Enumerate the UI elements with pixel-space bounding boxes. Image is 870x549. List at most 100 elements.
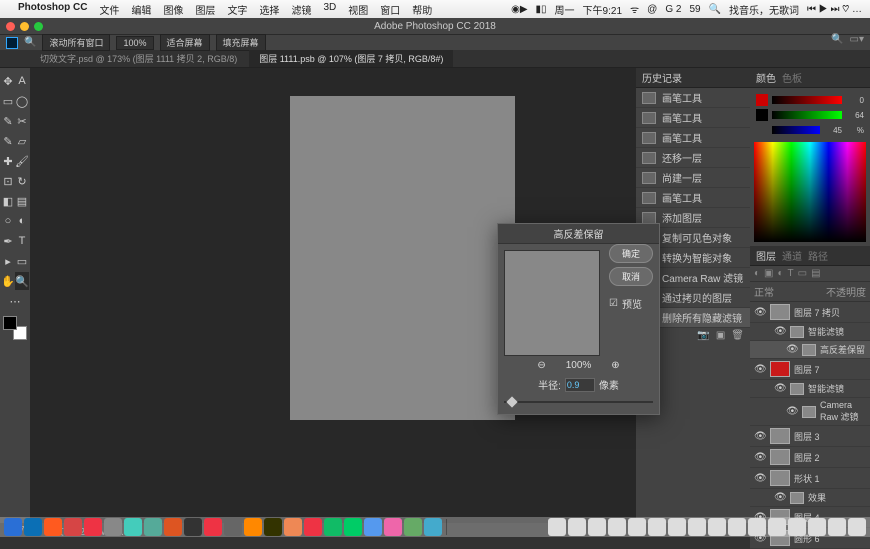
dock-min-15[interactable]: [848, 518, 866, 536]
trash-icon[interactable]: 🗑: [731, 330, 744, 341]
dock-app-11[interactable]: [224, 518, 242, 536]
dock-app-1[interactable]: [24, 518, 42, 536]
eraser-tool[interactable]: ◧: [1, 192, 15, 210]
dialog-preview[interactable]: [504, 250, 600, 356]
blur-tool[interactable]: ○: [1, 212, 15, 230]
dock-app-5[interactable]: [104, 518, 122, 536]
dock-min-7[interactable]: [688, 518, 706, 536]
path-select-tool[interactable]: ▸: [1, 252, 15, 270]
cancel-button[interactable]: 取消: [609, 267, 653, 286]
pen-tool[interactable]: ✒: [1, 232, 15, 250]
dock-app-15[interactable]: [304, 518, 322, 536]
filter-adj-icon[interactable]: ◐: [778, 268, 784, 279]
radius-slider[interactable]: [504, 396, 653, 408]
menu-window[interactable]: 窗口: [380, 2, 400, 17]
zoom-out-icon[interactable]: ⊖: [537, 360, 545, 371]
opt-scroll-all[interactable]: 滚动所有窗口: [42, 34, 110, 51]
visibility-icon[interactable]: 👁: [754, 452, 766, 463]
menu-filter[interactable]: 滤镜: [291, 2, 311, 17]
dock-app-2[interactable]: [44, 518, 62, 536]
menu-type[interactable]: 文字: [227, 2, 247, 17]
dock-app-16[interactable]: [324, 518, 342, 536]
layer-thumb[interactable]: [802, 344, 816, 356]
layer-thumb[interactable]: [770, 428, 790, 444]
dock-app-18[interactable]: [364, 518, 382, 536]
menu-image[interactable]: 图像: [163, 2, 183, 17]
dock-min-4[interactable]: [628, 518, 646, 536]
tab-doc-2[interactable]: 图层 1111.psb @ 107% (图层 7 拷贝, RGB/8#): [249, 50, 453, 67]
layer-thumb[interactable]: [770, 449, 790, 465]
crop-tool[interactable]: ✂: [15, 112, 29, 130]
layer-thumb[interactable]: [790, 326, 804, 338]
history-brush-tool[interactable]: ↻: [15, 172, 29, 190]
layer-thumb[interactable]: [770, 470, 790, 486]
dock-app-3[interactable]: [64, 518, 82, 536]
color-tab[interactable]: 颜色: [756, 70, 776, 85]
dock-app-14[interactable]: [284, 518, 302, 536]
dock-min-13[interactable]: [808, 518, 826, 536]
tab-doc-1[interactable]: 切效文字.psd @ 173% (图层 1111 拷贝 2, RGB/8): [30, 50, 247, 67]
history-item[interactable]: 画笔工具: [636, 108, 750, 128]
layer-row[interactable]: 👁图层 2: [750, 447, 870, 468]
visibility-icon[interactable]: 👁: [754, 307, 766, 318]
dock-app-20[interactable]: [404, 518, 422, 536]
move-tool[interactable]: ✥: [1, 72, 15, 90]
color-swatches[interactable]: [3, 316, 27, 340]
dock-app-6[interactable]: [124, 518, 142, 536]
dock-app-12[interactable]: [244, 518, 262, 536]
dock-min-6[interactable]: [668, 518, 686, 536]
layer-thumb[interactable]: [790, 383, 804, 395]
spotlight-icon[interactable]: 🔍: [709, 4, 721, 15]
r-swatch[interactable]: [756, 94, 768, 106]
menu-view[interactable]: 视图: [348, 2, 368, 17]
snapshot-icon[interactable]: 📷: [697, 330, 709, 341]
ok-button[interactable]: 确定: [609, 244, 653, 263]
document-canvas[interactable]: [290, 96, 515, 420]
r-slider[interactable]: [772, 96, 842, 104]
maximize-button[interactable]: [34, 22, 43, 31]
dock-min-11[interactable]: [768, 518, 786, 536]
layer-row[interactable]: 👁Camera Raw 滤镜: [750, 398, 870, 426]
hand-tool[interactable]: ✋: [1, 272, 15, 290]
brush-tool[interactable]: 🖌: [15, 152, 29, 170]
layers-tab[interactable]: 图层: [756, 248, 776, 263]
paths-tab[interactable]: 路径: [808, 248, 828, 263]
dock-app-19[interactable]: [384, 518, 402, 536]
dock-min-1[interactable]: [568, 518, 586, 536]
artboard-tool[interactable]: A: [15, 72, 29, 90]
history-item[interactable]: 画笔工具: [636, 128, 750, 148]
minimize-button[interactable]: [20, 22, 29, 31]
radius-input[interactable]: [565, 378, 595, 392]
dock-app-7[interactable]: [144, 518, 162, 536]
type-tool[interactable]: T: [15, 232, 29, 250]
layer-thumb[interactable]: [770, 304, 790, 320]
visibility-icon[interactable]: 👁: [774, 383, 786, 394]
dock-min-5[interactable]: [648, 518, 666, 536]
ps-home-icon[interactable]: [6, 37, 18, 49]
dock-min-14[interactable]: [828, 518, 846, 536]
opt-zoom[interactable]: 100%: [116, 36, 153, 50]
layer-row[interactable]: 👁图层 3: [750, 426, 870, 447]
shape-tool[interactable]: ▭: [15, 252, 29, 270]
visibility-icon[interactable]: 👁: [754, 473, 766, 484]
dock-min-2[interactable]: [588, 518, 606, 536]
dock-min-10[interactable]: [748, 518, 766, 536]
opt-fill[interactable]: 填充屏幕: [216, 34, 266, 51]
blend-mode[interactable]: 正常: [754, 284, 774, 299]
layer-row[interactable]: 👁效果: [750, 489, 870, 507]
history-item[interactable]: 尚建一层: [636, 168, 750, 188]
menu-file[interactable]: 文件: [99, 2, 119, 17]
dock-min-3[interactable]: [608, 518, 626, 536]
close-button[interactable]: [6, 22, 15, 31]
dock-app-13[interactable]: [264, 518, 282, 536]
frame-tool[interactable]: ▱: [15, 132, 29, 150]
dock-app-21[interactable]: [424, 518, 442, 536]
filter-shape-icon[interactable]: ▭: [798, 268, 807, 279]
dock-app-4[interactable]: [84, 518, 102, 536]
marquee-tool[interactable]: ▭: [1, 92, 15, 110]
workspace-icon[interactable]: ▭▾: [850, 34, 864, 45]
visibility-icon[interactable]: 👁: [754, 364, 766, 375]
filter-kind[interactable]: ◐: [754, 268, 760, 279]
layer-row[interactable]: 👁高反差保留: [750, 341, 870, 359]
quick-select-tool[interactable]: ✎: [1, 112, 15, 130]
